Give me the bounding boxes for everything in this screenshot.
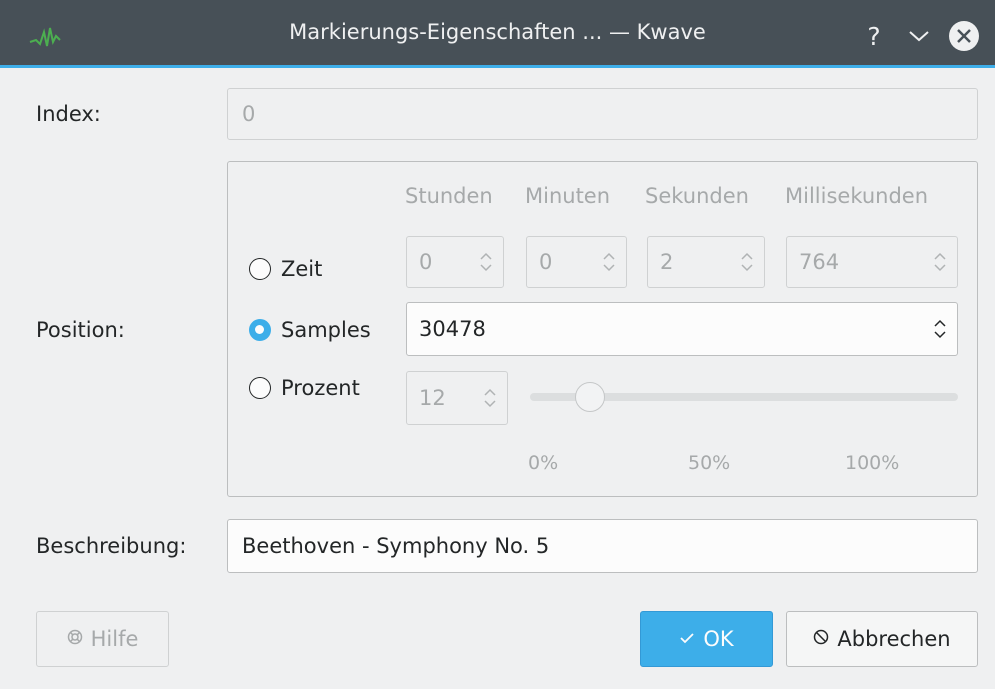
index-value: 0	[242, 102, 256, 126]
kwave-app-icon	[29, 27, 61, 47]
description-value: Beethoven - Symphony No. 5	[242, 534, 550, 558]
column-milliseconds: Millisekunden	[785, 184, 929, 208]
index-label: Index:	[36, 102, 101, 126]
samples-spinbox[interactable]: 30478	[406, 302, 958, 356]
help-button: Hilfe	[36, 611, 169, 667]
column-seconds: Sekunden	[645, 184, 749, 208]
tick-label-50: 50%	[688, 452, 731, 474]
cancel-button-label: Abbrechen	[837, 627, 951, 651]
hours-value: 0	[419, 250, 433, 274]
window-title: Markierungs-Eigenschaften ... — Kwave	[289, 20, 706, 44]
title-bar: Markierungs-Eigenschaften ... — Kwave ?	[0, 0, 995, 68]
samples-radio-label: Samples	[281, 318, 371, 342]
milliseconds-value: 764	[799, 250, 840, 274]
percent-radio-indicator[interactable]	[249, 377, 271, 399]
ok-button-label: OK	[703, 627, 734, 651]
spin-arrows-icon	[741, 252, 753, 272]
position-label: Position:	[36, 318, 125, 342]
spin-arrows-icon	[480, 252, 492, 272]
hours-spinbox: 0	[406, 236, 504, 288]
seconds-spinbox: 2	[647, 236, 765, 288]
percent-slider-handle	[575, 382, 605, 412]
minutes-value: 0	[539, 250, 553, 274]
tick-label-0: 0%	[528, 452, 559, 474]
minimize-icon[interactable]	[902, 19, 936, 53]
close-icon[interactable]	[947, 19, 981, 53]
spin-arrows-icon	[934, 252, 946, 272]
spin-arrows-icon	[603, 252, 615, 272]
cancel-button[interactable]: Abbrechen	[786, 611, 978, 667]
index-field: 0	[227, 88, 978, 140]
time-radio-label: Zeit	[281, 257, 323, 281]
seconds-value: 2	[660, 250, 674, 274]
help-icon[interactable]: ?	[857, 19, 891, 53]
tick-label-100: 100%	[845, 452, 900, 474]
percent-radio-label: Prozent	[281, 376, 360, 400]
help-lifebuoy-icon	[67, 629, 83, 650]
help-glyph: ?	[867, 21, 881, 51]
spin-arrows-icon[interactable]	[933, 317, 947, 341]
description-label: Beschreibung:	[36, 534, 187, 558]
cancel-circle-icon	[813, 629, 829, 650]
samples-radio[interactable]: Samples	[249, 318, 371, 342]
description-input[interactable]: Beethoven - Symphony No. 5	[227, 519, 978, 573]
percent-radio[interactable]: Prozent	[249, 376, 360, 400]
time-radio[interactable]: Zeit	[249, 257, 322, 281]
percent-value: 12	[419, 386, 446, 410]
spin-arrows-icon	[484, 388, 496, 408]
column-hours: Stunden	[405, 184, 493, 208]
samples-value: 30478	[419, 317, 486, 341]
time-radio-indicator[interactable]	[249, 258, 271, 280]
samples-radio-indicator[interactable]	[249, 319, 271, 341]
column-minutes: Minuten	[525, 184, 611, 208]
milliseconds-spinbox: 764	[786, 236, 958, 288]
ok-button[interactable]: OK	[640, 611, 773, 667]
checkmark-icon	[679, 629, 695, 650]
minutes-spinbox: 0	[526, 236, 627, 288]
help-button-label: Hilfe	[90, 627, 139, 651]
percent-spinbox: 12	[406, 371, 508, 425]
